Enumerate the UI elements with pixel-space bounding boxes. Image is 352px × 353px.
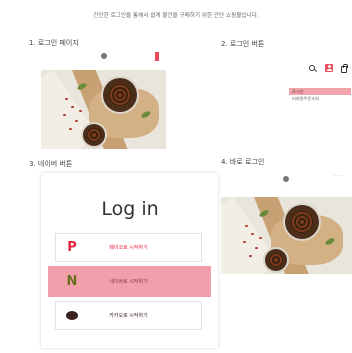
kakao-login-button[interactable]: 카카오로 시작하기 bbox=[55, 301, 202, 330]
section-4-title: 4. 바로 로그인 bbox=[221, 158, 265, 166]
login-page-preview[interactable]: · · · bbox=[41, 48, 166, 149]
naver-icon: N bbox=[66, 274, 78, 289]
payco-login-button[interactable]: P 페이코로 시작하기 bbox=[55, 233, 202, 262]
search-icon[interactable] bbox=[307, 63, 317, 73]
login-heading: Log in bbox=[101, 198, 159, 220]
red-marker bbox=[155, 52, 159, 61]
kakao-icon bbox=[62, 308, 82, 323]
user-icon[interactable] bbox=[324, 63, 334, 73]
shop-logo: · · · bbox=[97, 53, 111, 64]
top-description: 간단한 로그인을 통해서 쉽게 물건을 구매하기 위한 간단 쇼핑몰입니다. bbox=[93, 13, 259, 19]
dropdown-item-login[interactable]: 로그인 bbox=[289, 88, 351, 95]
direct-login-preview[interactable]: · · · ··· bbox=[221, 170, 352, 274]
payco-icon: P bbox=[67, 240, 77, 255]
shop-logo: · · · bbox=[279, 176, 293, 187]
login-button-preview: 로그인 비회원주문조회 bbox=[221, 50, 352, 130]
bag-icon[interactable] bbox=[339, 63, 349, 73]
naver-login-label: 네이버로 시작하기 bbox=[109, 279, 148, 285]
naver-login-button[interactable]: N 네이버로 시작하기 bbox=[55, 267, 202, 296]
section-1-title: 1. 로그인 페이지 bbox=[29, 39, 79, 47]
kakao-login-label: 카카오로 시작하기 bbox=[109, 313, 148, 319]
food-photo bbox=[41, 70, 166, 149]
dropdown-item-guest-order[interactable]: 비회원주문조회 bbox=[289, 95, 351, 102]
payco-login-label: 페이코로 시작하기 bbox=[109, 245, 148, 251]
user-dropdown: 로그인 비회원주문조회 bbox=[289, 88, 351, 102]
food-photo bbox=[221, 197, 352, 274]
section-2-title: 2. 로그인 버튼 bbox=[221, 40, 265, 48]
section-3-title: 3. 네이버 버튼 bbox=[29, 160, 73, 168]
more-icon[interactable]: ··· bbox=[334, 173, 343, 180]
